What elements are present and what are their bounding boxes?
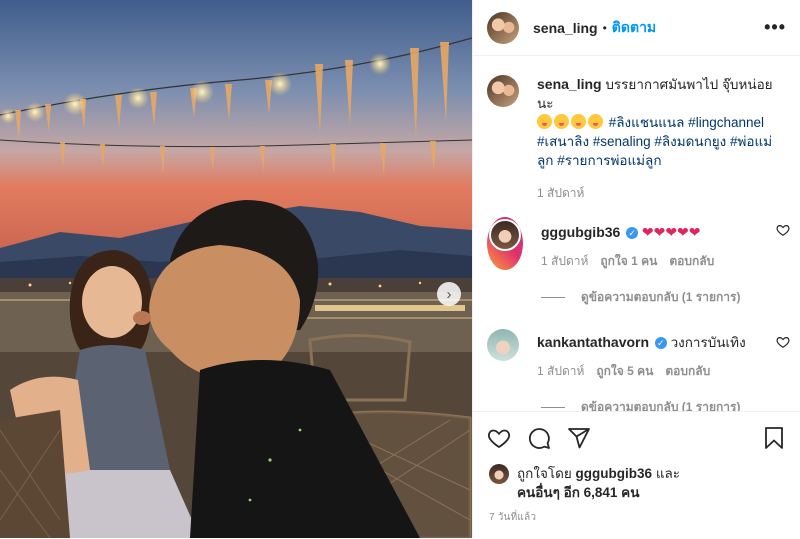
likes-summary: ถูกใจโดย gggubgib36 และ คนอื่นๆ อีก 6,84…	[473, 450, 800, 502]
paper-plane-icon[interactable]	[567, 426, 591, 450]
liker-avatar[interactable]	[489, 464, 509, 484]
comment-meta: 1 สัปดาห์ ถูกใจ 5 คน ตอบกลับ	[537, 362, 767, 380]
view-replies-button[interactable]: ดูข้อความตอบกลับ (1 รายการ)	[541, 288, 800, 307]
commenter-username[interactable]: gggubgib36	[541, 224, 620, 240]
comment-meta: 1 สัปดาห์ ถูกใจ 1 คน ตอบกลับ	[541, 252, 771, 270]
more-options-icon[interactable]: •••	[764, 17, 786, 38]
post-header: sena_ling • ติดตาม •••	[473, 0, 800, 56]
caption-time[interactable]: 1 สัปดาห์	[537, 184, 777, 203]
verified-badge-icon: ✓	[626, 227, 639, 240]
likes-prefix: ถูกใจโดย	[517, 466, 572, 481]
comment-text: วงการบันเทิง	[670, 335, 746, 350]
comment-like-heart-icon[interactable]	[776, 223, 790, 237]
action-icons	[473, 412, 800, 450]
post-caption: sena_ling บรรยากาศมันพาไป จุ๊บหน่อยนะ #ล…	[473, 57, 800, 203]
caption-username[interactable]: sena_ling	[537, 76, 602, 92]
view-replies-label: ดูข้อความตอบกลับ (1 รายการ)	[581, 290, 741, 304]
post-actions: ถูกใจโดย gggubgib36 และ คนอื่นๆ อีก 6,84…	[473, 411, 800, 539]
comment-time[interactable]: 1 สัปดาห์	[541, 252, 588, 270]
commenter-username[interactable]: kankantathavorn	[537, 334, 649, 350]
commenter-avatar	[489, 219, 521, 251]
view-replies-label: ดูข้อความตอบกลับ (1 รายการ)	[581, 400, 741, 411]
comment-like-heart-icon[interactable]	[776, 335, 790, 349]
liker-username[interactable]: gggubgib36	[576, 466, 653, 481]
post-timestamp[interactable]: 7 วันที่แล้ว	[473, 502, 800, 525]
heart-icon[interactable]	[487, 426, 511, 450]
author-username[interactable]: sena_ling	[533, 20, 598, 36]
caption-hashtags-2[interactable]: #เสนาลิง #senaling #ลิงมดนกยูง #พ่อแม่ลู…	[537, 134, 772, 168]
red-hearts-emoji-icon: ❤❤❤❤❤	[641, 224, 701, 240]
comment-icon[interactable]	[527, 426, 551, 450]
commenter-avatar-ring[interactable]	[487, 217, 523, 270]
post-photo[interactable]: ›	[0, 0, 472, 538]
photo-scene	[0, 0, 472, 538]
likes-conj: และ	[655, 466, 681, 481]
face-emoji-icon	[537, 114, 605, 130]
comment-time[interactable]: 1 สัปดาห์	[537, 362, 584, 380]
bookmark-icon[interactable]	[762, 426, 786, 450]
likes-others-link[interactable]: คนอื่นๆ อีก 6,841 คน	[517, 485, 639, 500]
chevron-right-icon: ›	[446, 285, 452, 303]
author-avatar[interactable]	[487, 11, 519, 44]
caption-avatar[interactable]	[487, 75, 519, 107]
comment-item: kankantathavorn ✓ วงการบันเทิง 1 สัปดาห์…	[473, 329, 800, 380]
verified-badge-icon: ✓	[654, 337, 667, 350]
post-sidebar: sena_ling • ติดตาม ••• sena_ling บรรยากา…	[472, 0, 800, 538]
commenter-avatar[interactable]	[487, 329, 519, 361]
comment-item: gggubgib36 ✓ ❤❤❤❤❤ 1 สัปดาห์ ถูกใจ 1 คน …	[473, 217, 800, 270]
reply-button[interactable]: ตอบกลับ	[669, 252, 714, 270]
next-image-button[interactable]: ›	[437, 282, 461, 306]
comments-section: sena_ling บรรยากาศมันพาไป จุ๊บหน่อยนะ #ล…	[473, 57, 800, 411]
comment-likes[interactable]: ถูกใจ 1 คน	[600, 252, 657, 270]
caption-hashtags-1[interactable]: #ลิงแชนแนล #lingchannel	[609, 115, 764, 130]
separator-dot: •	[602, 20, 607, 35]
view-replies-button[interactable]: ดูข้อความตอบกลับ (1 รายการ)	[541, 398, 800, 411]
instagram-post-modal: › sena_ling • ติดตาม ••• sena_ling บรรยา…	[0, 0, 800, 538]
comment-likes[interactable]: ถูกใจ 5 คน	[596, 362, 653, 380]
reply-button[interactable]: ตอบกลับ	[665, 362, 710, 380]
follow-button[interactable]: ติดตาม	[612, 17, 656, 39]
